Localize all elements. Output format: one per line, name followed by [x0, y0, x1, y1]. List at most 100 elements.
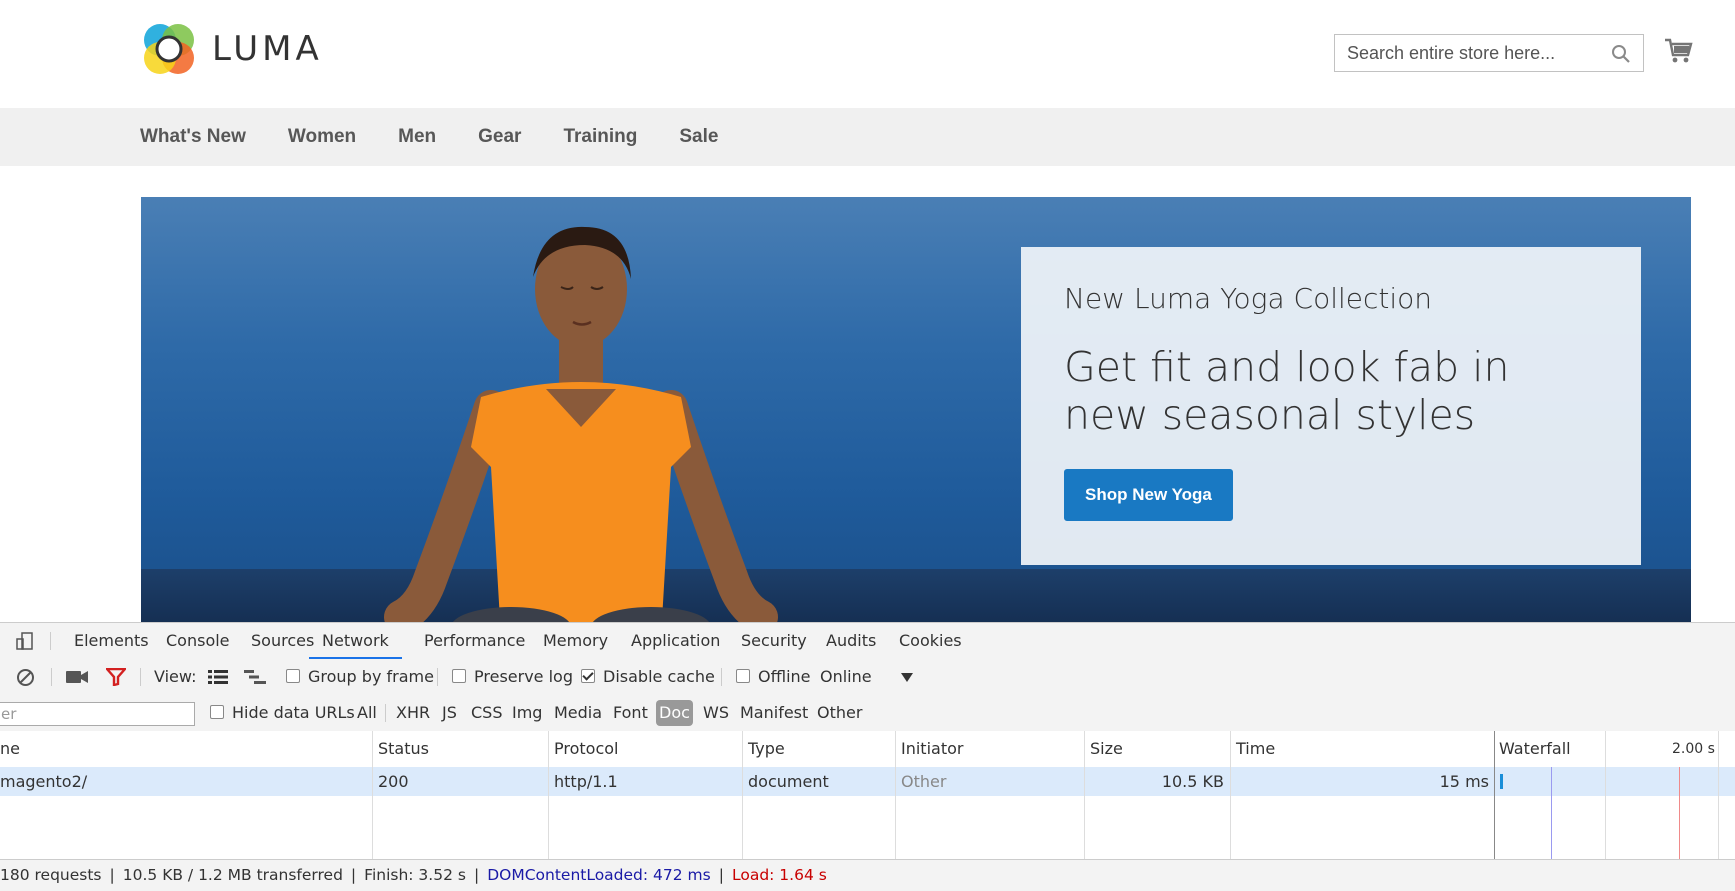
offline-label: Offline — [758, 667, 811, 686]
row-type: document — [748, 772, 829, 791]
tab-audits[interactable]: Audits — [826, 623, 876, 659]
table-row[interactable]: magento2/ 200 http/1.1 document Other 10… — [0, 767, 1735, 796]
tab-security[interactable]: Security — [741, 623, 807, 659]
nav-item-women[interactable]: Women — [288, 126, 356, 148]
row-size: 10.5 KB — [1161, 772, 1224, 791]
shop-new-yoga-button[interactable]: Shop New Yoga — [1064, 469, 1233, 521]
status-finish: Finish: 3.52 s — [364, 866, 466, 884]
filter-ws[interactable]: WS — [703, 695, 729, 731]
network-toolbar: View: Group by frame Preserve log Disabl… — [0, 659, 1735, 696]
tab-memory[interactable]: Memory — [543, 623, 608, 659]
column-divider — [1230, 731, 1231, 859]
waterfall-bar — [1500, 774, 1503, 789]
offline-checkbox[interactable]: Offline — [736, 659, 811, 695]
column-divider — [895, 731, 896, 859]
filter-js[interactable]: JS — [442, 695, 457, 731]
throttling-select[interactable]: Online — [820, 659, 872, 695]
nav-item-training[interactable]: Training — [563, 126, 637, 148]
nav-item-sale[interactable]: Sale — [679, 126, 718, 148]
tab-cookies[interactable]: Cookies — [899, 623, 962, 659]
hide-data-urls-label: Hide data URLs — [232, 703, 355, 722]
logo[interactable]: LUMA — [140, 20, 323, 78]
checkbox-icon[interactable] — [286, 668, 300, 683]
hide-data-urls-checkbox[interactable]: Hide data URLs — [210, 695, 355, 731]
row-initiator: Other — [901, 772, 947, 791]
filter-bar: Hide data URLs All XHR JS CSS Img Media … — [0, 695, 1735, 732]
tab-network[interactable]: Network — [309, 623, 402, 659]
group-by-frame-checkbox[interactable]: Group by frame — [286, 659, 434, 695]
column-divider — [372, 731, 373, 859]
cart-icon[interactable] — [1663, 36, 1693, 66]
devtools-tabbar: Elements Console Sources Network Perform… — [0, 623, 1735, 660]
row-name[interactable]: magento2/ — [0, 767, 87, 796]
overview-waterfall-icon[interactable] — [244, 670, 266, 684]
column-protocol[interactable]: Protocol — [554, 731, 618, 767]
filter-doc[interactable]: Doc — [656, 700, 693, 726]
large-rows-icon[interactable] — [208, 670, 228, 684]
filter-xhr[interactable]: XHR — [396, 695, 430, 731]
filter-other[interactable]: Other — [817, 695, 862, 731]
tab-sources[interactable]: Sources — [251, 623, 314, 659]
filter-icon[interactable] — [106, 668, 126, 686]
column-status[interactable]: Status — [378, 731, 429, 767]
column-divider — [742, 731, 743, 859]
group-by-frame-label: Group by frame — [308, 667, 434, 686]
logo-text: LUMA — [212, 29, 323, 69]
tab-console[interactable]: Console — [166, 623, 230, 659]
divider — [385, 704, 386, 722]
filter-input[interactable] — [0, 702, 195, 726]
checkbox-icon[interactable] — [210, 704, 224, 719]
tab-performance[interactable]: Performance — [424, 623, 525, 659]
preserve-log-label: Preserve log — [474, 667, 573, 686]
column-initiator[interactable]: Initiator — [901, 731, 963, 767]
disable-cache-checkbox[interactable]: Disable cache — [581, 659, 715, 695]
dropdown-arrow-icon[interactable] — [901, 673, 913, 682]
nav-item-whats-new[interactable]: What's New — [140, 126, 246, 148]
separator: | — [473, 866, 480, 884]
clear-icon[interactable] — [16, 668, 35, 687]
row-time: 15 ms — [1439, 772, 1489, 791]
waterfall-grid — [1718, 731, 1719, 859]
search-icon[interactable] — [1611, 44, 1631, 64]
nav-item-gear[interactable]: Gear — [478, 126, 521, 148]
row-status: 200 — [378, 772, 409, 791]
store-header: LUMA — [0, 0, 1735, 108]
status-bar: 180 requests | 10.5 KB / 1.2 MB transferre… — [0, 859, 1735, 891]
column-divider — [548, 731, 549, 859]
load-marker — [1679, 767, 1680, 859]
checkbox-icon[interactable] — [452, 668, 466, 683]
hero-banner[interactable]: New Luma Yoga Collection Get fit and loo… — [141, 197, 1691, 622]
checkbox-icon[interactable] — [736, 668, 750, 683]
tab-elements[interactable]: Elements — [74, 623, 149, 659]
device-toolbar-icon[interactable] — [16, 632, 34, 650]
column-divider — [1084, 731, 1085, 859]
column-size[interactable]: Size — [1090, 731, 1123, 767]
preserve-log-checkbox[interactable]: Preserve log — [452, 659, 573, 695]
nav-item-men[interactable]: Men — [398, 126, 436, 148]
filter-css[interactable]: CSS — [471, 695, 502, 731]
view-label: View: — [154, 667, 197, 686]
filter-img[interactable]: Img — [512, 695, 542, 731]
status-requests: 180 requests — [0, 866, 102, 884]
yoga-woman-image — [384, 226, 778, 622]
requests-table: ne Status Protocol Type Initiator Size T… — [0, 731, 1735, 859]
tab-application[interactable]: Application — [631, 623, 720, 659]
main-nav: What's New Women Men Gear Training Sale — [0, 108, 1735, 166]
filter-font[interactable]: Font — [613, 695, 648, 731]
column-type[interactable]: Type — [748, 731, 785, 767]
promo-headline: Get fit and look fab in new seasonal sty… — [1064, 343, 1510, 439]
search-input[interactable] — [1335, 35, 1619, 71]
row-protocol: http/1.1 — [554, 772, 618, 791]
promo-kicker: New Luma Yoga Collection — [1064, 282, 1433, 315]
screenshot-camera-icon[interactable] — [66, 670, 88, 684]
checkbox-checked-icon[interactable] — [581, 668, 595, 683]
column-time[interactable]: Time — [1236, 731, 1275, 767]
disable-cache-label: Disable cache — [603, 667, 715, 686]
column-waterfall[interactable]: Waterfall — [1499, 731, 1571, 767]
column-name[interactable]: ne — [0, 731, 20, 767]
separator: | — [350, 866, 357, 884]
filter-all[interactable]: All — [357, 695, 377, 731]
filter-manifest[interactable]: Manifest — [740, 695, 808, 731]
filter-media[interactable]: Media — [554, 695, 602, 731]
luma-logo-icon — [144, 24, 194, 74]
